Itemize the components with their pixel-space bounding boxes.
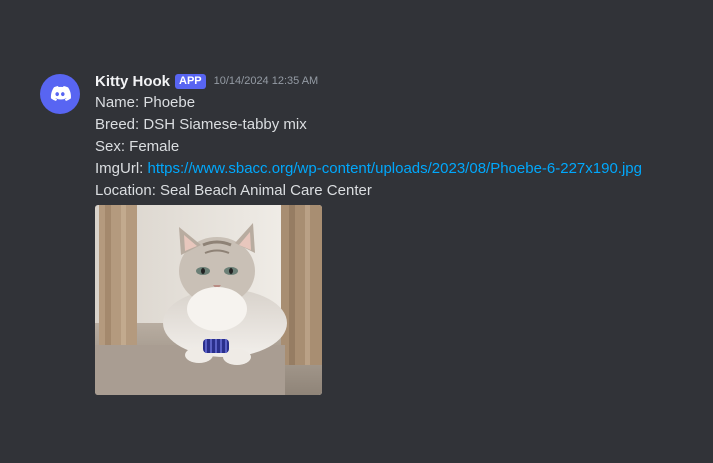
app-badge: APP	[175, 73, 206, 89]
sex-line: Sex: Female	[95, 138, 180, 155]
timestamp: 10/14/2024 12:35 AM	[213, 74, 319, 87]
imgurl-label: ImgUrl:	[95, 160, 148, 177]
breed-line: Breed: DSH Siamese-tabby mix	[95, 116, 307, 133]
cat-photo[interactable]	[95, 205, 322, 395]
message-header: Kitty Hook APP 10/14/2024 12:35 AM	[95, 70, 703, 92]
username[interactable]: Kitty Hook	[95, 73, 170, 90]
avatar[interactable]	[40, 74, 80, 114]
name-line: Name: Phoebe	[95, 94, 196, 111]
chat-area: Kitty Hook APP 10/14/2024 12:35 AM Name:…	[0, 0, 713, 463]
image-url-link[interactable]: https://www.sbacc.org/wp-content/uploads…	[148, 160, 643, 177]
location-line: Location: Seal Beach Animal Care Center	[95, 182, 372, 199]
message-content: Kitty Hook APP 10/14/2024 12:35 AM Name:…	[95, 70, 703, 395]
discord-logo-icon	[50, 86, 71, 101]
imgurl-line: ImgUrl: https://www.sbacc.org/wp-content…	[95, 158, 703, 180]
